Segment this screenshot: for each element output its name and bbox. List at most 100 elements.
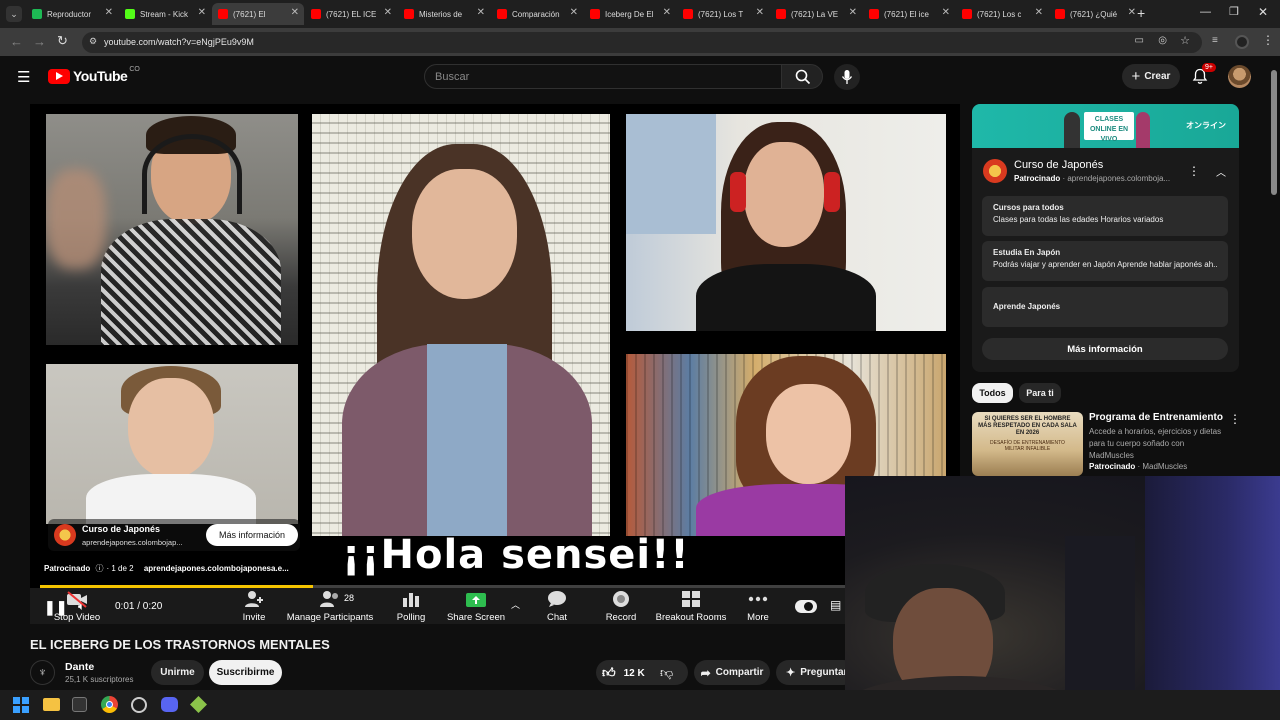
ask-label: Preguntar [800, 667, 848, 678]
tab-close-icon[interactable]: ✕ [477, 7, 485, 18]
tab-title: Stream - Kick [140, 9, 189, 19]
chip-para-ti[interactable]: Para ti [1019, 383, 1061, 403]
tab-close-icon[interactable]: ✕ [663, 7, 671, 18]
tab-close-icon[interactable]: ✕ [291, 7, 299, 18]
subtitles-icon[interactable]: ▤ [830, 598, 841, 612]
voice-search-button[interactable] [834, 64, 860, 90]
app-icon-1[interactable] [72, 697, 87, 712]
minimize-button[interactable]: — [1200, 6, 1211, 18]
browser-tab[interactable]: Reproductor ✕ [26, 3, 118, 25]
chip-todos[interactable]: Todos [972, 383, 1013, 403]
search-input[interactable]: Buscar [424, 64, 782, 89]
tab-favicon-icon [125, 9, 135, 19]
tab-close-icon[interactable]: ✕ [849, 7, 857, 18]
site-info-icon[interactable]: ⚙ [89, 36, 97, 47]
ad-menu-icon[interactable]: ⋮ [1188, 164, 1200, 178]
tab-close-icon[interactable]: ✕ [570, 7, 578, 18]
ad-sitelink[interactable]: Estudia En Japón Podrás viajar y aprender… [982, 241, 1228, 281]
windows-start-icon[interactable] [13, 697, 29, 713]
recommended-menu-icon[interactable]: ⋮ [1229, 412, 1241, 426]
ad-title[interactable]: Curso de Japonés [1014, 159, 1103, 171]
create-button[interactable]: + Crear [1122, 64, 1180, 89]
tab-close-icon[interactable]: ✕ [105, 7, 113, 18]
browser-tab[interactable]: (7621) Los c ✕ [956, 3, 1048, 25]
ad-card[interactable]: Curso de Japonés aprendejapones.colomboj… [48, 519, 300, 551]
subscribe-button[interactable]: Suscribirme [209, 660, 282, 685]
new-tab-button[interactable]: + [1137, 5, 1145, 21]
recommended-thumbnail[interactable]: SI QUIERES SER EL HOMBRE MÁS RESPETADO E… [972, 412, 1083, 476]
browser-menu-icon[interactable]: ⋮ [1262, 33, 1274, 47]
zoom-toolbar-item[interactable]: Stop Video [27, 590, 127, 623]
browser-tab[interactable]: (7621) ¿Quié ✕ [1049, 3, 1141, 25]
browser-tab[interactable]: Comparación ✕ [491, 3, 583, 25]
maximize-button[interactable]: ❐ [1229, 5, 1239, 18]
hamburger-menu-icon[interactable]: ☰ [17, 68, 30, 86]
channel-name[interactable]: Dante [65, 661, 94, 673]
app-icon-2[interactable] [131, 697, 147, 713]
app-icon-3[interactable] [190, 696, 207, 713]
browser-tab[interactable]: (7621) Los T ✕ [677, 3, 769, 25]
ad-sitelink[interactable]: Aprende Japonés [982, 287, 1228, 327]
browser-tab[interactable]: Stream - Kick ✕ [119, 3, 211, 25]
tab-favicon-icon [404, 9, 414, 19]
file-explorer-icon[interactable] [43, 698, 60, 711]
hide-icon[interactable]: ◎ [1158, 35, 1167, 46]
ad-banner[interactable]: オンライン CLASES ONLINE EN VIVO [972, 104, 1239, 148]
bookmark-star-icon[interactable]: ☆ [1180, 34, 1190, 47]
tab-close-icon[interactable]: ✕ [198, 7, 206, 18]
browser-tab[interactable]: (7621) La VE ✕ [770, 3, 862, 25]
ad-sitelink[interactable]: Cursos para todos Clases para todas las e… [982, 196, 1228, 236]
profile-avatar[interactable] [1235, 35, 1249, 49]
ad-sitelink-title: Estudia En Japón [993, 248, 1061, 257]
back-icon[interactable]: ← [10, 34, 23, 49]
notifications-button[interactable]: 9+ [1192, 63, 1216, 90]
ask-button[interactable]: ✦ Preguntar [776, 660, 856, 685]
share-button[interactable]: ➦ Compartir [694, 660, 770, 685]
info-icon[interactable]: ⓘ [95, 564, 103, 573]
share-options-chevron-icon[interactable]: ︿ [511, 598, 520, 611]
browser-tab[interactable]: Misterios de ✕ [398, 3, 490, 25]
tab-close-icon[interactable]: ✕ [756, 7, 764, 18]
ad-more-info-button[interactable]: Más información [206, 524, 298, 546]
tab-close-icon[interactable]: ✕ [1128, 7, 1136, 18]
headphones [730, 172, 746, 212]
chrome-icon[interactable] [101, 696, 118, 713]
browser-tab[interactable]: Iceberg De El ✕ [584, 3, 676, 25]
dislike-button[interactable]: 👎︎ [660, 665, 673, 681]
zoom-toolbar-item[interactable]: More [708, 590, 808, 623]
ad-domain[interactable]: aprendejapones.colombojaponesa.e... [144, 564, 289, 573]
youtube-logo[interactable]: YouTube CO [48, 66, 140, 84]
sponsored-label: Patrocinado [44, 564, 91, 573]
channel-avatar[interactable]: ♆ [30, 660, 55, 685]
recommended-title[interactable]: Programa de Entrenamiento [1089, 412, 1223, 423]
invite-icon [243, 590, 265, 608]
thumbnail-headline: SI QUIERES SER EL HOMBRE MÁS RESPETADO E… [978, 416, 1077, 436]
collapse-chevron-icon[interactable]: ︿ [1216, 164, 1226, 179]
sparkle-icon: ✦ [786, 667, 796, 679]
ad-more-info-button[interactable]: Más información [982, 338, 1228, 360]
close-window-button[interactable]: ✕ [1258, 5, 1268, 19]
tab-close-icon[interactable]: ✕ [942, 7, 950, 18]
cast-icon[interactable]: ▭ [1135, 35, 1144, 46]
browser-tab[interactable]: (7621) EL ICE ✕ [305, 3, 397, 25]
join-button[interactable]: Unirme [151, 660, 204, 685]
tab-close-icon[interactable]: ✕ [384, 7, 392, 18]
page-scrollbar[interactable] [1271, 70, 1277, 195]
browser-tab[interactable]: (7621) El ice ✕ [863, 3, 955, 25]
account-avatar[interactable] [1228, 65, 1251, 88]
browser-tab[interactable]: (7621) El ✕ [212, 3, 304, 25]
chat-icon [546, 590, 568, 608]
forward-icon[interactable]: → [33, 34, 46, 49]
taskbar [0, 690, 1280, 720]
video-player[interactable]: Curso de Japonés aprendejapones.colomboj… [30, 104, 960, 624]
like-button[interactable]: 👍︎ 12 K [602, 665, 645, 681]
webcam-overlay [845, 476, 1280, 720]
media-controls-icon[interactable]: ≡ [1212, 35, 1218, 46]
discord-icon[interactable] [161, 697, 178, 712]
tab-favicon-icon [218, 9, 228, 19]
tab-search-button[interactable]: ⌄ [6, 6, 22, 22]
search-button[interactable] [781, 64, 823, 89]
reload-icon[interactable]: ↻ [57, 33, 68, 49]
url-field[interactable]: ⚙ youtube.com/watch?v=eNgjPEu9v9M ▭ ◎ ☆ [82, 32, 1202, 53]
tab-close-icon[interactable]: ✕ [1035, 7, 1043, 18]
